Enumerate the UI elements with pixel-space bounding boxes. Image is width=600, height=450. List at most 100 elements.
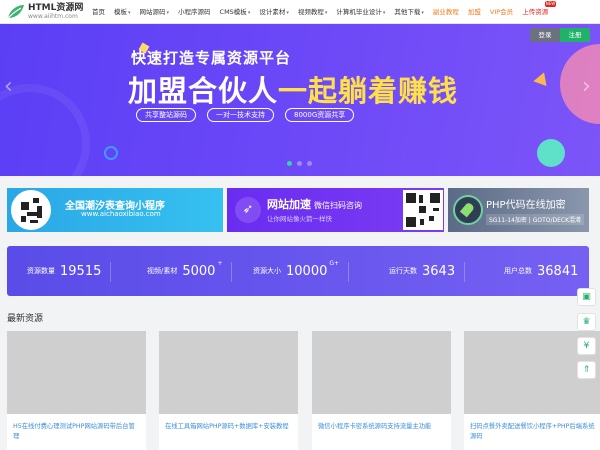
chevron-down-icon: ▾ (247, 9, 251, 16)
banner-site-acceleration[interactable]: ➶ 网站加速 微信扫码咨询 让你网站像火箭一样快 (227, 188, 444, 232)
chevron-down-icon: ▾ (286, 9, 289, 16)
stat-value: 3643 (422, 263, 456, 279)
nav-item-label: 模板 (114, 7, 127, 16)
decor-orange-triangle (533, 69, 551, 87)
stat-divider (348, 262, 350, 282)
nav-item-label: 加盟 (467, 8, 481, 16)
resource-card[interactable]: H5在线付费心理测试PHP网站源码带后台管理 (7, 331, 146, 450)
stat-item: 视频/素材 5000 + (147, 246, 233, 296)
stat-divider (231, 262, 233, 282)
banner-accel-sub: 让你网站像火箭一样快 (267, 215, 332, 223)
register-button[interactable]: 注册 (560, 28, 590, 42)
banner-accel-title-small: 微信扫码咨询 (314, 201, 362, 210)
resource-title-link[interactable]: 扫码点餐外卖配送餐饮小程序+PHP后端系统源码 (470, 422, 598, 442)
qr-code-icon (11, 190, 51, 230)
nav-item[interactable]: 模板▾ (114, 0, 131, 25)
qr-code-icon (403, 190, 443, 230)
nav-item[interactable]: 网站源码▾ (140, 0, 170, 25)
crown-icon[interactable]: ♛ (577, 313, 596, 331)
slide-dots (287, 161, 317, 166)
slide-dot[interactable] (307, 161, 312, 166)
resource-thumbnail[interactable] (159, 331, 298, 414)
hero-title-part1: 加盟合伙人 (128, 74, 279, 108)
stat-value: 19515 (60, 263, 102, 279)
nav-item[interactable]: CMS模板▾ (220, 0, 251, 25)
decor-pink-circle (560, 44, 600, 124)
nav-item[interactable]: 视频教程▾ (298, 0, 328, 25)
next-slide-arrow-icon[interactable]: › (582, 74, 591, 99)
login-button[interactable]: 登录 (530, 28, 560, 42)
site-stats: 资源数量 19515 视频/素材 5000 + 资源大小 10000 G+ 运行天数 3643 用户… (7, 246, 589, 296)
nav-item[interactable]: VIP会员 (490, 0, 513, 24)
picture-icon[interactable]: ▣ (577, 288, 596, 306)
stat-label: 运行天数 (389, 267, 417, 275)
nav-item-label: 上传资源 (522, 8, 549, 16)
resource-title-link[interactable]: H5在线付费心理测试PHP网站源码带后台管理 (13, 422, 141, 442)
hero-pill: 共享整站源码 (136, 108, 196, 122)
stat-item: 用户总数 36841 (504, 246, 578, 296)
stat-label: 资源大小 (253, 267, 281, 275)
hero-title: 加盟合伙人一起躺着赚钱 (128, 68, 458, 110)
nav-item[interactable]: 小程序源码 (178, 0, 211, 24)
rocket-icon: ➶ (235, 197, 261, 223)
prev-slide-arrow-icon[interactable]: ‹ (4, 74, 13, 99)
resource-thumbnail[interactable] (7, 331, 146, 414)
stat-value: 5000 (182, 263, 216, 279)
banner-php-encrypt[interactable]: PHP代码在线加密 SG11-14加密 | GOTO/DECK混淆 (448, 188, 589, 232)
banner-accel-title: 网站加速 微信扫码咨询 (267, 196, 362, 212)
resource-title-link[interactable]: 在线工具箱网站PHP源码+数据库+安装教程 (165, 422, 293, 432)
nav-item-label: VIP会员 (489, 8, 514, 16)
nav-item[interactable]: 副业教程 (433, 0, 459, 24)
banner-tide-miniprogram[interactable]: 全国潮汐表查询小程序 www.aichaoxibiao.com (7, 188, 223, 232)
nav-item[interactable]: 其他下载▾ (394, 0, 424, 25)
logo-url: www.aiihtm.com (28, 13, 78, 20)
back-to-top-icon[interactable]: ⇑ (577, 361, 596, 379)
slide-dot[interactable] (297, 161, 302, 166)
hero-title-part2: 一起躺着赚钱 (278, 74, 459, 108)
hero-banner[interactable]: 快速打造专属资源平台 加盟合伙人一起躺着赚钱 共享整站源码 一对一技术支持 8000… (0, 24, 600, 176)
resource-title-link[interactable]: 微信小程序卡密系统源码支持流量主功能 (318, 422, 446, 432)
nav-item-label: 其他下载 (394, 7, 421, 16)
nav-item-label: 网站源码 (139, 7, 166, 16)
resource-card[interactable]: 微信小程序卡密系统源码支持流量主功能 (312, 331, 451, 450)
stat-item: 运行天数 3643 (389, 246, 466, 296)
site-logo[interactable]: HTML资源网 www.aiihtm.com (6, 2, 86, 22)
stat-item: 资源数量 19515 (27, 246, 112, 296)
hero-pill: 一对一技术支持 (207, 108, 274, 122)
nav-item[interactable]: 设计素材▾ (259, 0, 289, 25)
nav-item-label: CMS模板 (219, 7, 247, 16)
decor-ring (0, 84, 90, 176)
nav-item[interactable]: 首页 (92, 0, 105, 24)
stat-label: 资源数量 (27, 267, 55, 275)
chevron-down-icon: ▾ (382, 9, 386, 16)
chevron-down-icon: ▾ (324, 9, 328, 16)
hero-pill: 8000G资源共享 (285, 108, 355, 122)
nav-item[interactable]: 加盟 (468, 0, 481, 24)
top-navbar: HTML资源网 www.aiihtm.com 首页 模板▾ 网站源码▾ 小程序源码 CM… (0, 0, 600, 24)
resource-card[interactable]: 在线工具箱网站PHP源码+数据库+安装教程 (159, 331, 298, 450)
decor-teal-circle (537, 139, 565, 167)
stat-label: 视频/素材 (147, 267, 178, 275)
nav-item[interactable]: 计算机毕业设计▾ (336, 0, 385, 25)
stat-divider (110, 262, 112, 282)
nav-item[interactable]: 上传资源 NEW (522, 0, 557, 24)
auth-buttons: 登录 注册 (530, 28, 590, 42)
stat-value: 10000 (286, 263, 328, 279)
hero-subtitle: 快速打造专属资源平台 (131, 49, 292, 67)
ad-banners: 全国潮汐表查询小程序 www.aichaoxibiao.com ➶ 网站加速 微信… (7, 188, 589, 232)
banner-php-title: PHP代码在线加密 (486, 200, 566, 211)
nav-item-label: 计算机毕业设计 (336, 7, 382, 16)
yen-icon[interactable]: ¥ (577, 337, 596, 355)
banner-tide-url: www.aichaoxibiao.com (81, 210, 161, 218)
slide-dot[interactable] (287, 161, 292, 166)
nav-item-label: 小程序源码 (178, 8, 211, 16)
php-encrypt-icon (453, 195, 483, 225)
stat-suffix: G+ (329, 259, 340, 267)
nav-item-label: 副业教程 (432, 8, 459, 16)
resource-thumbnail[interactable] (312, 331, 451, 414)
nav-item-label: 设计素材 (259, 7, 286, 16)
main-nav: 首页 模板▾ 网站源码▾ 小程序源码 CMS模板▾ 设计素材▾ 视频教程▾ 计算机毕业设计▾ 其… (92, 0, 557, 24)
nav-item-label: 视频教程 (297, 7, 324, 16)
stat-item: 资源大小 10000 G+ (253, 246, 350, 296)
stat-divider (464, 262, 466, 282)
